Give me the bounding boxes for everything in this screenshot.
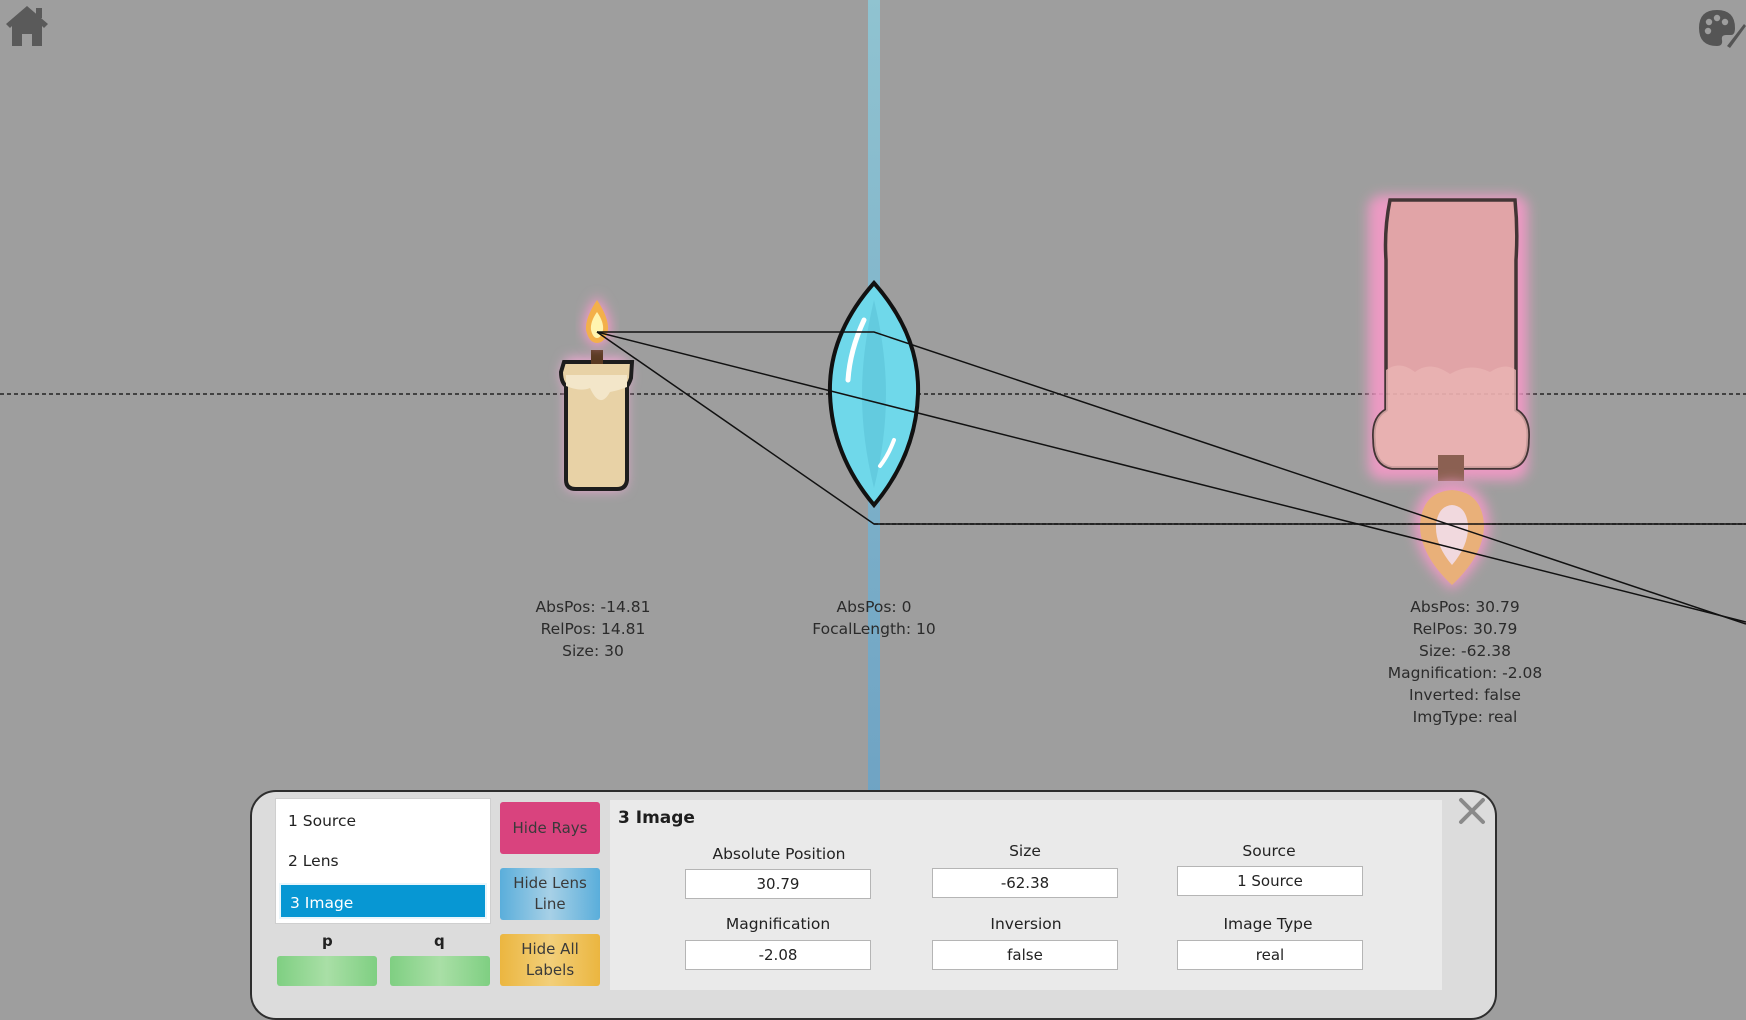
- image-type-field[interactable]: real: [1177, 940, 1363, 970]
- absolute-position-field[interactable]: 30.79: [685, 869, 871, 899]
- list-item-lens[interactable]: 2 Lens: [279, 843, 487, 879]
- home-icon[interactable]: [6, 6, 48, 46]
- size-label: Size: [1009, 842, 1041, 860]
- image-info-label: AbsPos: 30.79 RelPos: 30.79 Size: -62.38…: [1380, 596, 1550, 728]
- size-field[interactable]: -62.38: [932, 868, 1118, 898]
- hide-rays-button[interactable]: Hide Rays: [500, 802, 600, 854]
- detail-panel: 3 Image Absolute Position 30.79 Size -62…: [610, 800, 1442, 990]
- magnification-label: Magnification: [725, 915, 831, 933]
- q-label: q: [434, 932, 445, 950]
- hide-all-labels-button[interactable]: Hide All Labels: [500, 934, 600, 986]
- image-size: Size: -62.38: [1419, 642, 1511, 660]
- detail-title: 3 Image: [618, 808, 695, 828]
- p-label: p: [322, 932, 333, 950]
- source-candle-icon[interactable]: [558, 296, 635, 491]
- palette-icon[interactable]: [1699, 10, 1746, 48]
- inversion-label: Inversion: [990, 915, 1062, 933]
- close-icon[interactable]: [1458, 797, 1486, 825]
- source-size: Size: 30: [562, 642, 624, 660]
- p-button[interactable]: [277, 956, 377, 986]
- image-relpos: RelPos: 30.79: [1412, 620, 1518, 638]
- source-info-label: AbsPos: -14.81 RelPos: 14.81 Size: 30: [520, 596, 666, 662]
- lens-abspos: AbsPos: 0: [836, 598, 912, 616]
- list-item-source[interactable]: 1 Source: [279, 803, 487, 839]
- lens-info-label: AbsPos: 0 FocalLength: 10: [800, 596, 948, 640]
- rays: [596, 331, 1746, 625]
- object-list[interactable]: 1 Source 2 Lens 3 Image: [275, 798, 491, 924]
- image-abspos: AbsPos: 30.79: [1410, 598, 1520, 616]
- list-item-image[interactable]: 3 Image: [279, 883, 487, 919]
- source-relpos: RelPos: 14.81: [540, 620, 646, 638]
- source-abspos: AbsPos: -14.81: [535, 598, 651, 616]
- image-magnification: Magnification: -2.08: [1387, 664, 1543, 682]
- image-imgtype: ImgType: real: [1412, 708, 1518, 726]
- lens-focal-length: FocalLength: 10: [812, 620, 936, 638]
- image-type-label: Image Type: [1223, 915, 1313, 933]
- q-button[interactable]: [390, 956, 490, 986]
- absolute-position-label: Absolute Position: [712, 845, 846, 863]
- image-candle-icon[interactable]: [1368, 195, 1530, 590]
- inversion-field[interactable]: false: [932, 940, 1118, 970]
- magnification-field[interactable]: -2.08: [685, 940, 871, 970]
- source-field[interactable]: 1 Source: [1177, 866, 1363, 896]
- source-label: Source: [1242, 842, 1296, 860]
- hide-lens-line-button[interactable]: Hide Lens Line: [500, 868, 600, 920]
- image-inverted: Inverted: false: [1409, 686, 1521, 704]
